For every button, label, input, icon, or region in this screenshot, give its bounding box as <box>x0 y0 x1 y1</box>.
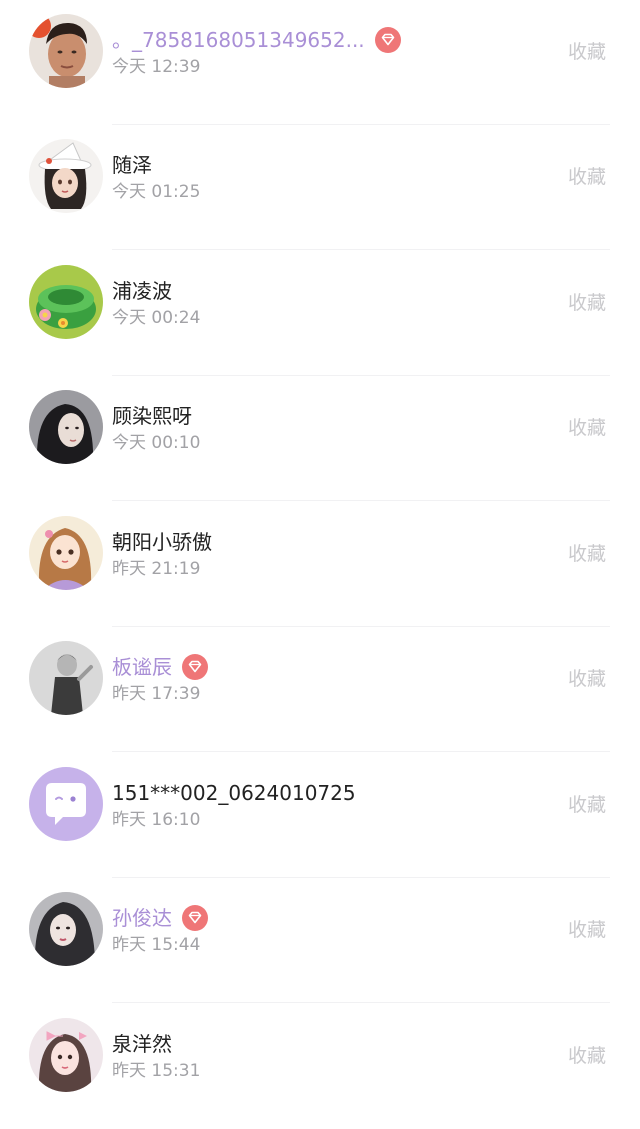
visitor-row[interactable]: 孙俊达 昨天 15:44 收藏 <box>0 878 640 1003</box>
visitor-name[interactable]: 孙俊达 <box>112 904 172 932</box>
visit-time: 今天 12:39 <box>112 57 201 77</box>
divider <box>112 249 610 250</box>
avatar[interactable] <box>29 139 103 213</box>
divider <box>112 1002 610 1003</box>
visitor-name[interactable]: 板谧辰 <box>112 653 172 681</box>
name-line: 151***002_0624010725 <box>112 779 356 807</box>
favorite-button[interactable]: 收藏 <box>568 540 606 568</box>
visit-time: 今天 00:10 <box>112 433 201 453</box>
name-line: 泉洋然 <box>112 1030 172 1058</box>
visitor-row[interactable]: 浦凌波 今天 00:24 收藏 <box>0 251 640 376</box>
avatar[interactable] <box>29 641 103 715</box>
avatar-witch-girl-icon <box>29 139 103 213</box>
favorite-button[interactable]: 收藏 <box>568 791 606 819</box>
visitor-row[interactable]: 泉洋然 昨天 15:31 收藏 <box>0 1004 640 1129</box>
avatar[interactable] <box>29 265 103 339</box>
visit-time: 昨天 17:39 <box>112 684 201 704</box>
avatar[interactable] <box>29 767 103 841</box>
name-line: 顾染熙呀 <box>112 402 192 430</box>
avatar-hooded-girl-icon <box>29 892 103 966</box>
avatar[interactable] <box>29 390 103 464</box>
visitor-name[interactable]: 151***002_0624010725 <box>112 779 356 807</box>
name-line: 孙俊达 <box>112 904 208 932</box>
name-line: 随泽 <box>112 151 152 179</box>
avatar-bw-boy-icon <box>29 641 103 715</box>
visitor-name[interactable]: 朝阳小骄傲 <box>112 528 212 556</box>
visitor-row[interactable]: 顾染熙呀 今天 00:10 收藏 <box>0 376 640 501</box>
favorite-button[interactable]: 收藏 <box>568 289 606 317</box>
favorite-button[interactable]: 收藏 <box>568 163 606 191</box>
vip-diamond-icon <box>182 905 208 931</box>
avatar[interactable] <box>29 14 103 88</box>
name-line: 板谧辰 <box>112 653 208 681</box>
vip-diamond-icon <box>374 27 401 53</box>
visitor-name[interactable]: 泉洋然 <box>112 1030 172 1058</box>
avatar[interactable] <box>29 1018 103 1092</box>
visit-time: 昨天 16:10 <box>112 810 201 830</box>
visitor-name[interactable]: 顾染熙呀 <box>112 402 192 430</box>
visitor-name[interactable]: 。_7858168051349652... <box>112 26 365 54</box>
visitor-name[interactable]: 随泽 <box>112 151 152 179</box>
avatar-dark-girl-icon <box>29 390 103 464</box>
divider <box>112 751 610 752</box>
visitor-row[interactable]: 151***002_0624010725 昨天 16:10 收藏 <box>0 753 640 878</box>
visitor-row[interactable]: 朝阳小骄傲 昨天 21:19 收藏 <box>0 502 640 627</box>
avatar-man-icon <box>29 14 103 88</box>
vip-diamond-icon <box>182 654 208 680</box>
visit-time: 今天 01:25 <box>112 182 201 202</box>
visit-time: 昨天 21:19 <box>112 559 201 579</box>
favorite-button[interactable]: 收藏 <box>568 665 606 693</box>
favorite-button[interactable]: 收藏 <box>568 1042 606 1070</box>
visitor-row[interactable]: 随泽 今天 01:25 收藏 <box>0 125 640 250</box>
name-line: 朝阳小骄傲 <box>112 528 212 556</box>
avatar[interactable] <box>29 516 103 590</box>
favorite-button[interactable]: 收藏 <box>568 414 606 442</box>
name-line: 浦凌波 <box>112 277 172 305</box>
avatar-bow-girl-icon <box>29 1018 103 1092</box>
visitor-name[interactable]: 浦凌波 <box>112 277 172 305</box>
visitor-row[interactable]: 板谧辰 昨天 17:39 收藏 <box>0 627 640 752</box>
visit-time: 昨天 15:31 <box>112 1061 201 1081</box>
avatar-green-cake-icon <box>29 265 103 339</box>
visitor-row[interactable]: 。_7858168051349652... 今天 12:39 收藏 <box>0 0 640 125</box>
favorite-button[interactable]: 收藏 <box>568 38 606 66</box>
visit-time: 今天 00:24 <box>112 308 201 328</box>
name-line: 。_7858168051349652... <box>112 26 401 54</box>
divider <box>112 500 610 501</box>
avatar-cartoon-girl-icon <box>29 516 103 590</box>
visit-time: 昨天 15:44 <box>112 935 201 955</box>
avatar[interactable] <box>29 892 103 966</box>
avatar-default-chat-icon <box>29 767 103 841</box>
favorite-button[interactable]: 收藏 <box>568 916 606 944</box>
